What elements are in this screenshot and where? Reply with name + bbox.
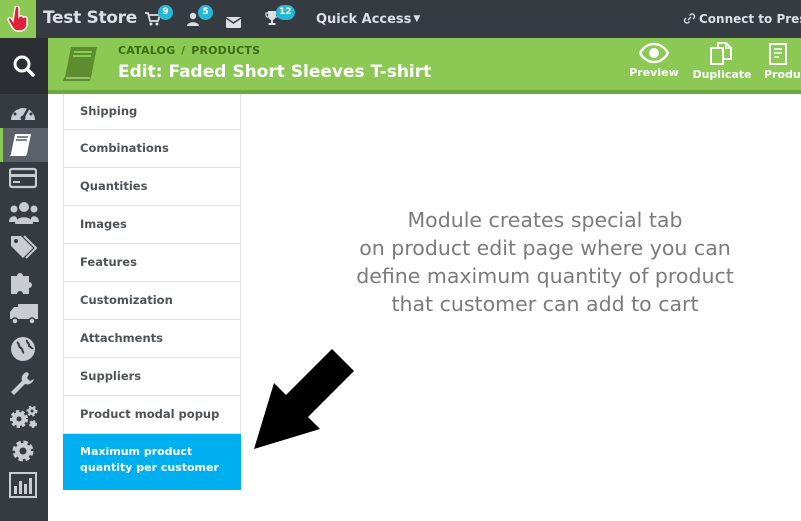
advanced-gears-icon — [10, 405, 38, 428]
sidebar-item-administration[interactable] — [0, 434, 48, 468]
tab-label-line1: Maximum product — [80, 445, 193, 458]
product-button[interactable]: Produ — [764, 42, 801, 81]
sidebar-item-dashboard[interactable] — [0, 94, 48, 128]
tab-customization[interactable]: Customization — [63, 282, 241, 320]
preview-label: Preview — [629, 66, 679, 79]
breadcrumb-catalog[interactable]: CATALOG — [118, 44, 175, 57]
modules-puzzle-icon — [11, 273, 32, 294]
sidebar-item-catalog[interactable] — [0, 128, 48, 162]
customers-badge: 5 — [198, 5, 213, 20]
tab-images[interactable]: Images — [63, 206, 241, 244]
quick-access-label: Quick Access — [316, 12, 412, 27]
hand-cursor-icon — [7, 6, 28, 32]
globe-icon — [11, 337, 35, 361]
duplicate-label: Duplicate — [692, 68, 752, 81]
shipping-truck-icon — [10, 304, 38, 325]
sidebar-item-stats[interactable] — [0, 468, 48, 502]
annotation-line: that customer can add to cart — [391, 292, 699, 316]
tab-product-modal-popup[interactable]: Product modal popup — [63, 396, 241, 434]
preview-button[interactable]: Preview — [628, 42, 680, 79]
search-icon — [13, 55, 35, 77]
page-title: Edit: Faded Short Sleeves T-shirt — [118, 62, 432, 82]
prestashop-logo[interactable] — [0, 0, 36, 38]
link-icon — [683, 13, 696, 24]
credit-card-icon — [9, 167, 37, 189]
tab-label-line2: quantity per customer — [80, 461, 219, 474]
eye-icon — [639, 42, 669, 64]
annotation-line: on product edit page where you can — [359, 236, 731, 260]
dashboard-icon — [11, 104, 35, 121]
sidebar-item-price-rules[interactable] — [0, 230, 48, 264]
annotation-text: Module creates special tab on product ed… — [290, 206, 800, 318]
customers-icon — [9, 202, 39, 224]
tab-attachments[interactable]: Attachments — [63, 320, 241, 358]
wrench-icon — [11, 372, 34, 395]
store-name[interactable]: Test Store — [43, 8, 137, 28]
top-navbar: Test Store 9 5 12 Quick Access ▼ Connect … — [0, 0, 801, 38]
main-sidebar — [0, 38, 48, 521]
pointer-arrow-icon — [254, 349, 354, 449]
tab-suppliers[interactable]: Suppliers — [63, 358, 241, 396]
quick-access-dropdown[interactable]: Quick Access ▼ — [316, 12, 420, 27]
orders-badge: 9 — [158, 5, 173, 20]
annotation-line: define maximum quantity of product — [356, 264, 734, 288]
caret-down-icon: ▼ — [413, 14, 421, 24]
catalog-book-icon — [10, 134, 31, 156]
messages-envelope-icon[interactable] — [225, 13, 242, 32]
annotation-line: Module creates special tab — [407, 208, 683, 232]
tab-shipping[interactable]: Shipping — [63, 94, 241, 130]
connect-link[interactable]: Connect to Presta — [683, 12, 801, 26]
product-label: Produ — [764, 68, 801, 81]
breadcrumb-products[interactable]: PRODUCTS — [191, 44, 260, 57]
sidebar-item-shipping[interactable] — [0, 298, 48, 332]
sidebar-item-localization[interactable] — [0, 332, 48, 366]
sidebar-item-preferences[interactable] — [0, 366, 48, 400]
breadcrumb-separator: / — [181, 44, 186, 57]
tags-icon — [11, 235, 38, 259]
tab-features[interactable]: Features — [63, 244, 241, 282]
copy-icon — [710, 42, 732, 65]
sidebar-search[interactable] — [0, 38, 48, 94]
tab-combinations[interactable]: Combinations — [63, 130, 241, 168]
tab-maximum-product-quantity[interactable]: Maximum product quantity per customer — [63, 434, 241, 490]
product-book-icon — [63, 47, 97, 81]
sidebar-item-advanced-parameters[interactable] — [0, 400, 48, 434]
connect-label: Connect to Presta — [699, 12, 801, 26]
product-icon — [769, 43, 787, 65]
settings-gear-icon — [12, 440, 34, 462]
page-header: CATALOG / PRODUCTS Edit: Faded Short Sleev… — [48, 38, 801, 90]
sidebar-item-orders[interactable] — [0, 162, 48, 196]
stats-chart-icon — [9, 472, 37, 498]
trophy-badge: 12 — [276, 5, 295, 20]
breadcrumb: CATALOG / PRODUCTS — [118, 44, 260, 57]
sidebar-item-modules[interactable] — [0, 264, 48, 298]
sidebar-item-customers[interactable] — [0, 196, 48, 230]
duplicate-button[interactable]: Duplicate — [691, 42, 753, 81]
tab-quantities[interactable]: Quantities — [63, 168, 241, 206]
